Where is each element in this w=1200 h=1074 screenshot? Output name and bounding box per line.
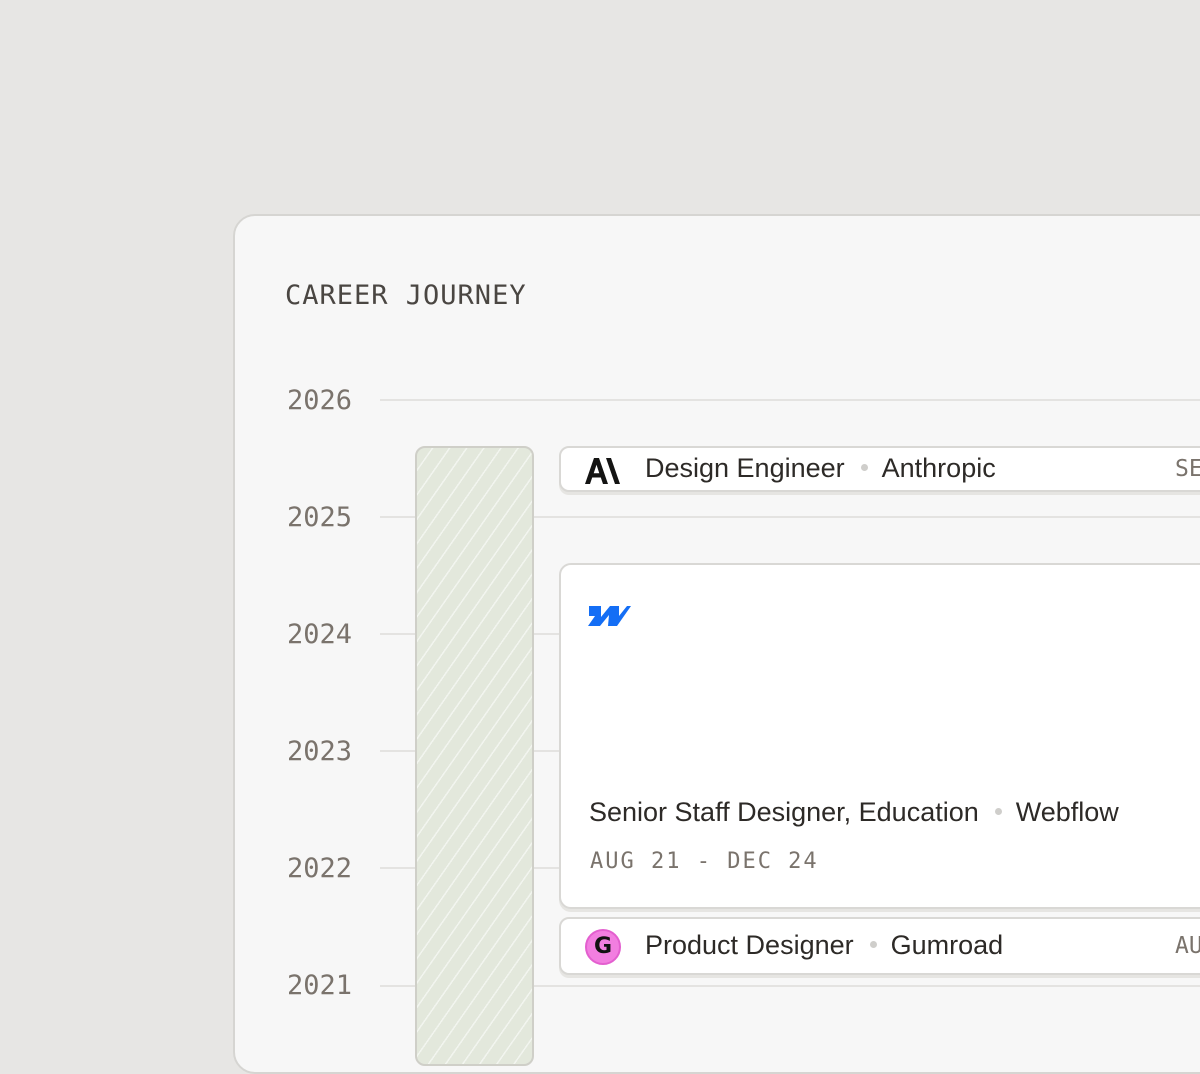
job-row-gumroad[interactable]: G Product Designer Gumroad AU [559, 917, 1200, 975]
separator-dot [869, 941, 877, 949]
job-role: Senior Staff Designer, Education [589, 797, 979, 827]
gumroad-logo-icon: G [585, 929, 621, 965]
job-company: Webflow [1015, 797, 1119, 827]
separator-dot [994, 808, 1002, 816]
job-date: AU [1175, 933, 1200, 959]
separator-dot [860, 464, 868, 472]
section-title: CAREER JOURNEY [285, 280, 527, 311]
year-label: 2022 [287, 853, 353, 884]
year-label: 2023 [287, 736, 353, 767]
timeline-bar [415, 446, 534, 1066]
job-role: Design Engineer [645, 453, 845, 483]
job-company: Anthropic [881, 453, 996, 483]
year-label: 2021 [287, 970, 353, 1001]
job-role: Product Designer [645, 930, 854, 960]
anthropic-logo-icon [585, 458, 620, 484]
year-label: 2024 [287, 619, 353, 650]
webflow-logo-icon [588, 606, 631, 626]
job-date: SE [1175, 456, 1200, 482]
job-date: AUG 21 - DEC 24 [590, 849, 819, 874]
year-label: 2025 [287, 502, 353, 533]
year-label: 2026 [287, 385, 353, 416]
job-title: Design Engineer Anthropic [645, 453, 996, 484]
year-gridline [380, 399, 1200, 401]
job-company: Gumroad [890, 930, 1004, 960]
job-title: Senior Staff Designer, Education Webflow [589, 797, 1119, 828]
job-title: Product Designer Gumroad [645, 930, 1003, 961]
job-row-anthropic[interactable]: Design Engineer Anthropic SE [559, 446, 1200, 492]
job-card-webflow[interactable]: Senior Staff Designer, Education Webflow … [559, 563, 1200, 909]
